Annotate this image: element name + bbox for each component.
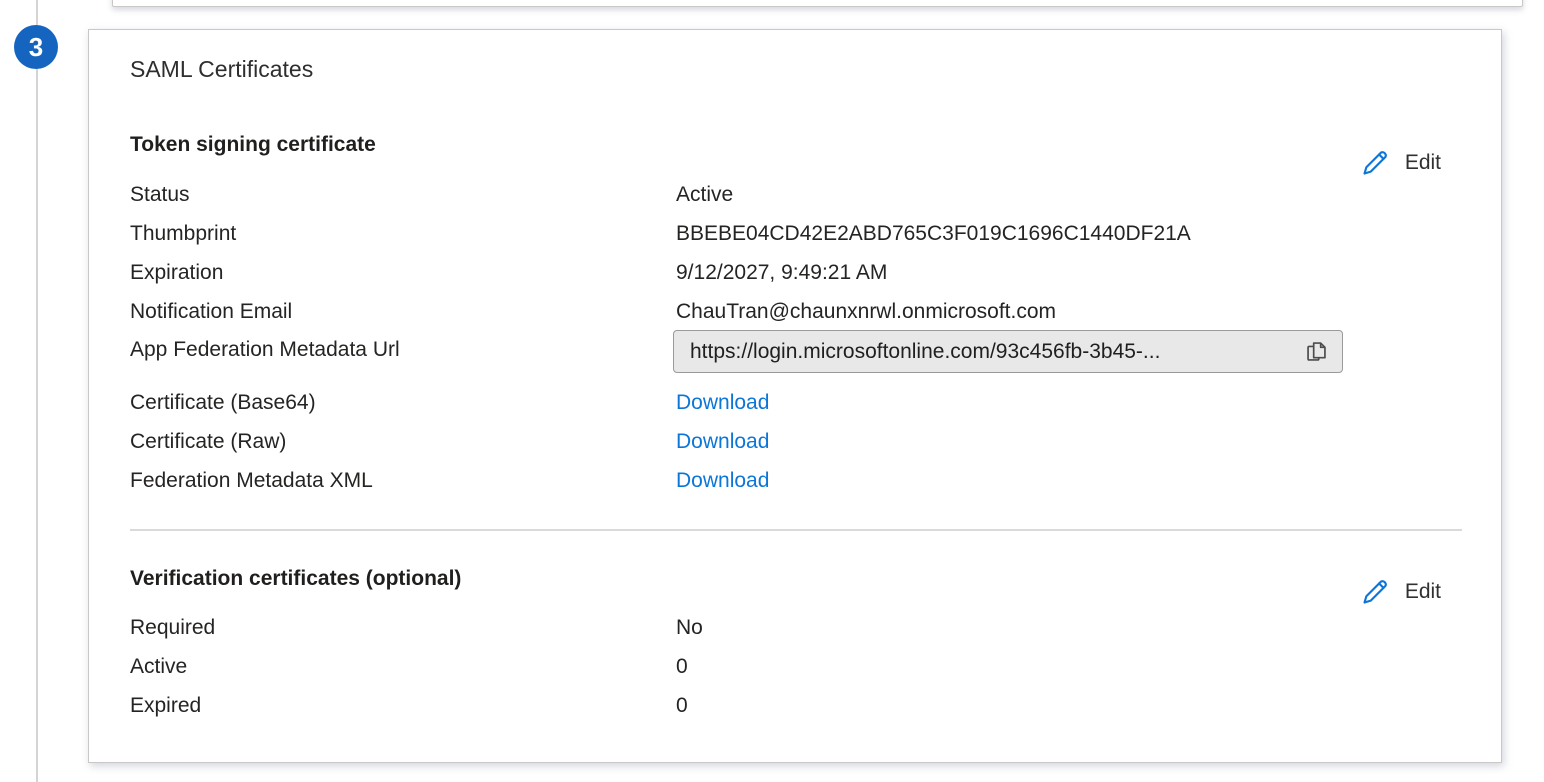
row-label: Status xyxy=(130,181,676,209)
edit-button-label: Edit xyxy=(1405,580,1441,604)
row-label: Expiration xyxy=(130,259,676,287)
row-value: Active xyxy=(676,181,733,209)
detail-row-expiration: Expiration 9/12/2027, 9:49:21 AM xyxy=(130,259,887,287)
detail-row-active-count: Active 0 xyxy=(130,653,688,681)
row-value: 0 xyxy=(676,692,688,720)
row-value: ChauTran@chaunxnrwl.onmicrosoft.com xyxy=(676,298,1056,326)
row-label: Required xyxy=(130,614,676,642)
detail-row-required: Required No xyxy=(130,614,703,642)
download-federation-metadata-xml-link[interactable]: Download xyxy=(676,467,769,495)
download-certificate-raw-link[interactable]: Download xyxy=(676,428,769,456)
detail-row-status: Status Active xyxy=(130,181,733,209)
row-value: BBEBE04CD42E2ABD765C3F019C1696C1440DF21A xyxy=(676,220,1191,248)
row-label: Certificate (Raw) xyxy=(130,428,676,456)
download-certificate-base64-link[interactable]: Download xyxy=(676,389,769,417)
row-label: Certificate (Base64) xyxy=(130,389,676,417)
row-label: Notification Email xyxy=(130,298,676,326)
pencil-icon xyxy=(1358,575,1392,609)
step-number: 3 xyxy=(29,32,43,63)
saml-certificates-card: SAML Certificates Token signing certific… xyxy=(88,29,1502,763)
row-value: No xyxy=(676,614,703,642)
metadata-url-value: https://login.microsoftonline.com/93c456… xyxy=(690,340,1301,364)
edit-token-signing-button[interactable]: Edit xyxy=(1358,146,1441,180)
row-value: 0 xyxy=(676,653,688,681)
row-label: Expired xyxy=(130,692,676,720)
row-label: Federation Metadata XML xyxy=(130,467,676,495)
saml-sso-page-section: 3 SAML Certificates Token signing certif… xyxy=(0,0,1544,782)
detail-row-cert-base64: Certificate (Base64) Download xyxy=(130,389,769,417)
row-label: App Federation Metadata Url xyxy=(130,336,676,364)
detail-row-expired-count: Expired 0 xyxy=(130,692,688,720)
pencil-icon xyxy=(1358,146,1392,180)
card-title: SAML Certificates xyxy=(130,56,313,83)
copy-icon xyxy=(1303,338,1330,365)
detail-row-notification-email: Notification Email ChauTran@chaunxnrwl.o… xyxy=(130,298,1056,326)
row-label: Active xyxy=(130,653,676,681)
previous-section-card-edge xyxy=(112,0,1523,7)
step-number-badge: 3 xyxy=(14,25,58,69)
edit-verification-button[interactable]: Edit xyxy=(1358,575,1441,609)
row-label: Thumbprint xyxy=(130,220,676,248)
row-value: 9/12/2027, 9:49:21 AM xyxy=(676,259,887,287)
copy-url-button[interactable] xyxy=(1301,338,1332,365)
step-rail-line xyxy=(36,0,38,782)
edit-button-label: Edit xyxy=(1405,151,1441,175)
verification-heading: Verification certificates (optional) xyxy=(130,567,461,591)
detail-row-federation-metadata-xml: Federation Metadata XML Download xyxy=(130,467,769,495)
detail-row-thumbprint: Thumbprint BBEBE04CD42E2ABD765C3F019C169… xyxy=(130,220,1191,248)
app-federation-metadata-url-field[interactable]: https://login.microsoftonline.com/93c456… xyxy=(673,330,1343,373)
token-signing-heading: Token signing certificate xyxy=(130,133,376,157)
detail-row-cert-raw: Certificate (Raw) Download xyxy=(130,428,769,456)
detail-row-metadata-url-label: App Federation Metadata Url xyxy=(130,336,676,364)
section-divider xyxy=(130,529,1462,531)
